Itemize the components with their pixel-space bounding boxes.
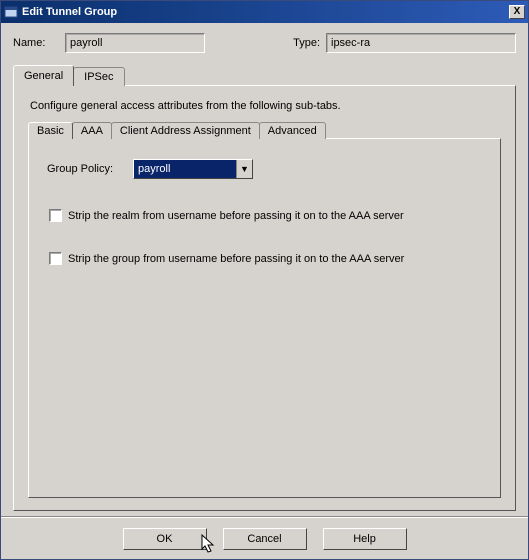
tab-advanced[interactable]: Advanced — [259, 122, 326, 139]
help-button[interactable]: Help — [323, 528, 407, 550]
group-policy-combo[interactable]: payroll ▼ — [133, 159, 253, 179]
app-icon — [4, 5, 18, 19]
strip-group-row: Strip the group from username before pas… — [49, 252, 482, 265]
tab-basic[interactable]: Basic — [28, 122, 73, 139]
tab-aaa[interactable]: AAA — [72, 122, 112, 139]
tab-ipsec[interactable]: IPSec — [73, 67, 124, 86]
strip-group-checkbox[interactable] — [49, 252, 62, 265]
tab-general[interactable]: General — [13, 65, 74, 86]
strip-realm-label: Strip the realm from username before pas… — [68, 210, 404, 222]
type-field[interactable] — [326, 33, 516, 53]
dialog-body: Name: Type: General IPSec Configure gene… — [1, 23, 528, 517]
strip-realm-row: Strip the realm from username before pas… — [49, 209, 482, 222]
titlebar: Edit Tunnel Group X — [1, 1, 528, 23]
strip-group-label: Strip the group from username before pas… — [68, 253, 404, 265]
group-policy-value: payroll — [134, 160, 236, 178]
close-button[interactable]: X — [509, 5, 525, 19]
tab-client-address-assignment[interactable]: Client Address Assignment — [111, 122, 260, 139]
type-label: Type: — [293, 37, 320, 49]
panel-description: Configure general access attributes from… — [30, 100, 501, 112]
dialog-footer: OK Cancel Help — [1, 517, 528, 559]
dialog-window: Edit Tunnel Group X Name: Type: General … — [0, 0, 529, 560]
group-policy-row: Group Policy: payroll ▼ — [47, 159, 482, 179]
type-wrap: Type: — [293, 33, 516, 53]
header-row: Name: Type: — [13, 33, 516, 53]
chevron-down-icon: ▼ — [236, 160, 252, 178]
basic-panel: Group Policy: payroll ▼ Strip the realm … — [28, 138, 501, 498]
ok-button[interactable]: OK — [123, 528, 207, 550]
name-field[interactable] — [65, 33, 205, 53]
window-title: Edit Tunnel Group — [22, 6, 509, 18]
inner-tabs: Basic AAA Client Address Assignment Adva… — [28, 122, 501, 139]
group-policy-label: Group Policy: — [47, 163, 133, 175]
cancel-button[interactable]: Cancel — [223, 528, 307, 550]
name-label: Name: — [13, 37, 57, 49]
strip-realm-checkbox[interactable] — [49, 209, 62, 222]
general-panel: Configure general access attributes from… — [13, 85, 516, 511]
outer-tabs: General IPSec — [13, 65, 516, 86]
